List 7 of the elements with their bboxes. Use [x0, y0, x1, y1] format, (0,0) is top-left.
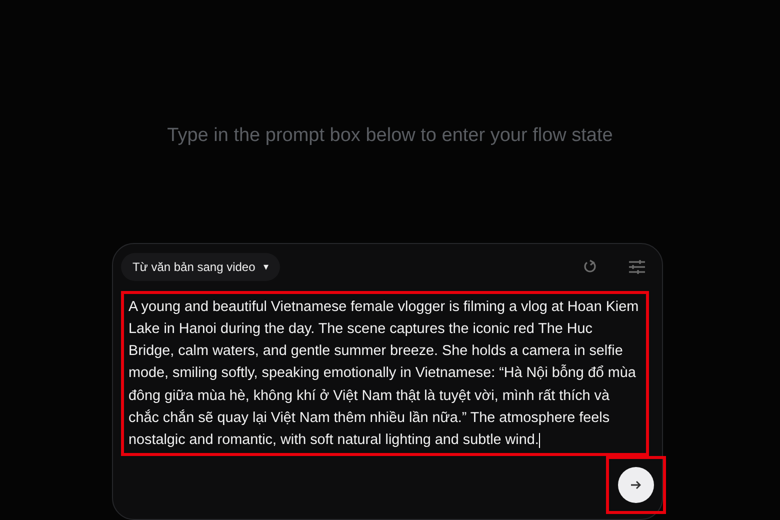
refresh-icon[interactable]: [582, 258, 598, 275]
arrow-icon: [630, 480, 642, 490]
mode-dropdown[interactable]: Từ văn bản sang video ▾: [120, 252, 280, 281]
heading: Type in the prompt box below to enter your flow state: [167, 125, 613, 148]
prompt-field[interactable]: A young and beautiful Vietnamese female vlogger is filming a vlog at Hoan Kiem Lake in Hanoi during the day. The scene captures the iconic red The Huc Bridge, calm waters, and gentle summer breeze. She holds a camera in selfie mode, smiling softly, speaking emotionally in Vietnamese: “Hà Nội bỗng đổ mùa đông giữa mùa hè, không khí ở Việt Nam thật là tuyệt vời, mình rất thích và chắc chắn sẽ quay lại Việt Nam thêm nhiều lần nữa.” The atmosphere feels nostalgic and romantic, with soft natural lighting and subtle wind.: [120, 290, 648, 456]
send-button[interactable]: [618, 467, 654, 504]
settings-icon[interactable]: [628, 258, 646, 275]
